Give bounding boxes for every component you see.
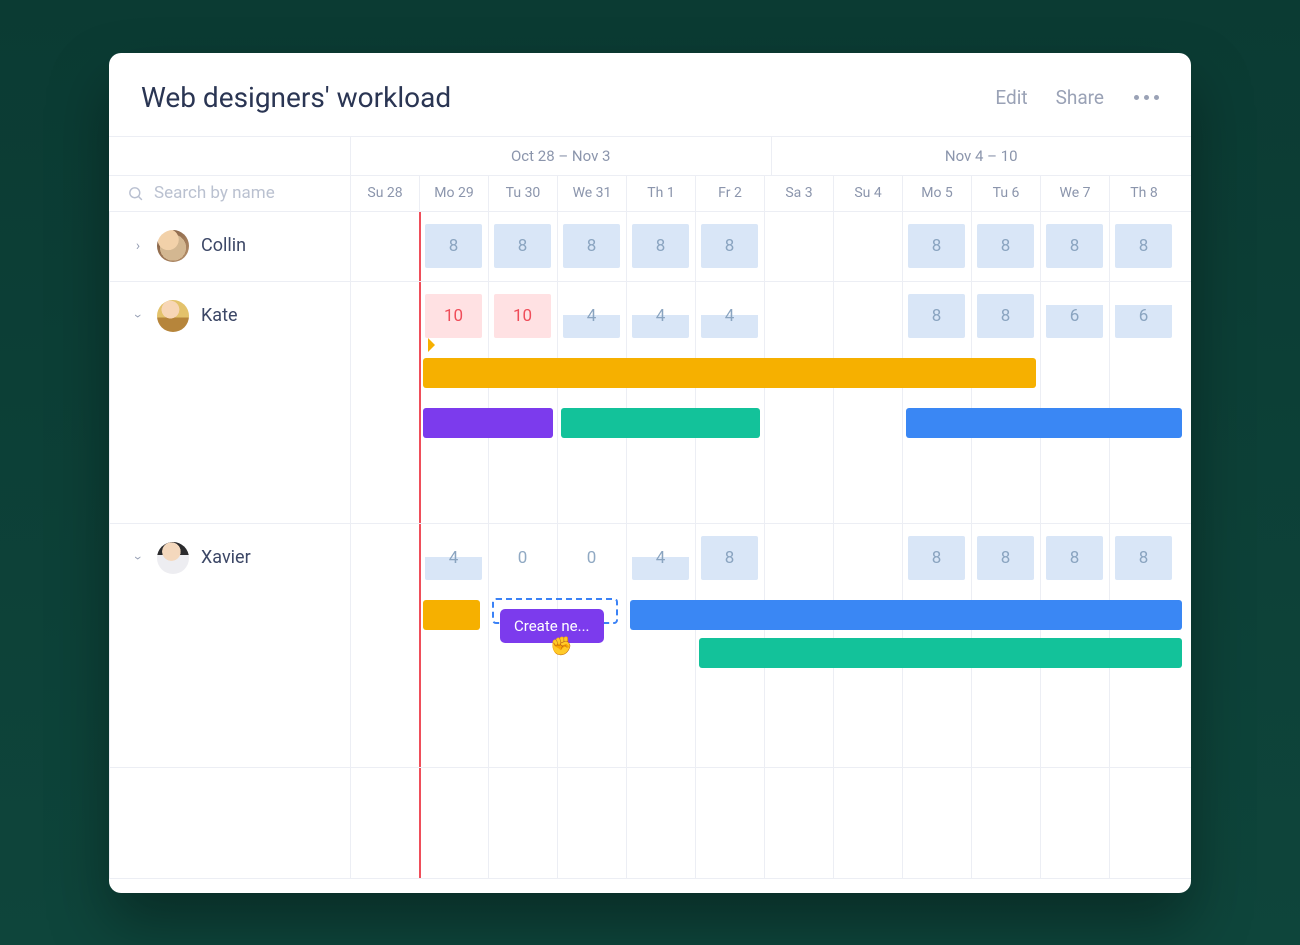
task-bar-yellow[interactable] <box>423 600 480 630</box>
hours-cell[interactable]: 8 <box>701 224 758 268</box>
collapse-toggle-icon[interactable]: › <box>130 309 146 323</box>
empty-row <box>109 768 1191 879</box>
lane-kate[interactable]: 10 10 4 4 4 8 8 6 6 <box>350 282 1191 523</box>
person-row-collin: › Collin 8 8 8 8 8 8 <box>109 212 1191 282</box>
task-bar-yellow[interactable] <box>423 358 1036 388</box>
today-line <box>419 768 421 878</box>
person-name[interactable]: Collin <box>201 235 246 256</box>
lane-collin[interactable]: 8 8 8 8 8 8 8 8 8 <box>350 212 1191 281</box>
hours-cell[interactable]: 8 <box>908 294 965 338</box>
day-col: Mo 29 <box>419 176 488 211</box>
avatar <box>157 300 189 332</box>
day-col: Th 8 <box>1109 176 1178 211</box>
hours-cell[interactable]: 4 <box>632 294 689 338</box>
avatar <box>157 542 189 574</box>
hours-cell[interactable]: 0 <box>563 536 620 580</box>
person-row-xavier: › Xavier 4 0 0 4 8 8 <box>109 524 1191 768</box>
hours-cell[interactable]: 8 <box>908 536 965 580</box>
task-bar-blue[interactable] <box>630 600 1182 630</box>
workload-body: › Collin 8 8 8 8 8 8 <box>109 212 1191 879</box>
day-col: Sa 3 <box>764 176 833 211</box>
day-col: Su 28 <box>350 176 419 211</box>
task-bar-teal[interactable] <box>561 408 760 438</box>
grab-cursor-icon: ✊ <box>550 636 572 657</box>
hours-cell[interactable]: 8 <box>977 294 1034 338</box>
hours-cell-overload[interactable]: 10 <box>494 294 551 338</box>
hours-cell[interactable]: 8 <box>1046 536 1103 580</box>
hours-cell[interactable]: 8 <box>632 224 689 268</box>
day-col: Tu 6 <box>971 176 1040 211</box>
hours-cell[interactable]: 8 <box>1115 536 1172 580</box>
search-icon <box>127 185 144 202</box>
hours-cell[interactable]: 8 <box>977 536 1034 580</box>
search-input[interactable]: Search by name <box>109 176 350 211</box>
day-header: Search by name Su 28 Mo 29 Tu 30 We 31 T… <box>109 176 1191 212</box>
day-col: We 31 <box>557 176 626 211</box>
lane-xavier[interactable]: 4 0 0 4 8 8 8 8 8 Create ne... <box>350 524 1191 767</box>
week-range-2: Nov 4 – 10 <box>771 137 1192 175</box>
person-name[interactable]: Xavier <box>201 547 251 568</box>
workload-window: Web designers' workload Edit Share Oct 2… <box>109 53 1191 893</box>
hours-cell[interactable]: 6 <box>1046 294 1103 338</box>
task-bar-blue[interactable] <box>906 408 1182 438</box>
hours-cell[interactable]: 8 <box>1046 224 1103 268</box>
hours-cell[interactable]: 8 <box>494 224 551 268</box>
person-row-kate: › Kate 10 10 4 4 4 8 <box>109 282 1191 524</box>
hours-cell[interactable]: 8 <box>1115 224 1172 268</box>
day-col: Mo 5 <box>902 176 971 211</box>
hours-cell[interactable]: 8 <box>563 224 620 268</box>
search-placeholder: Search by name <box>154 183 275 203</box>
expand-toggle-icon[interactable]: › <box>131 238 145 254</box>
hours-cell[interactable]: 4 <box>563 294 620 338</box>
hours-cell-overload[interactable]: 10 <box>425 294 482 338</box>
hours-cell[interactable]: 8 <box>908 224 965 268</box>
more-menu-button[interactable] <box>1134 95 1159 100</box>
share-button[interactable]: Share <box>1056 86 1104 109</box>
hours-cell[interactable]: 6 <box>1115 294 1172 338</box>
hours-cell[interactable]: 0 <box>494 536 551 580</box>
edit-button[interactable]: Edit <box>995 86 1027 109</box>
hours-cell[interactable]: 4 <box>701 294 758 338</box>
avatar <box>157 230 189 262</box>
hours-cell[interactable]: 4 <box>425 536 482 580</box>
hours-cell[interactable]: 4 <box>632 536 689 580</box>
header: Web designers' workload Edit Share <box>109 53 1191 136</box>
person-name[interactable]: Kate <box>201 305 238 326</box>
task-bar-teal[interactable] <box>699 638 1182 668</box>
week-range-1: Oct 28 – Nov 3 <box>350 137 771 175</box>
task-bar-purple[interactable] <box>423 408 553 438</box>
hours-cell[interactable]: 8 <box>977 224 1034 268</box>
week-header: Oct 28 – Nov 3 Nov 4 – 10 <box>109 136 1191 176</box>
day-col: We 7 <box>1040 176 1109 211</box>
day-col: Th 1 <box>626 176 695 211</box>
page-title: Web designers' workload <box>141 81 967 114</box>
day-col: Fr 2 <box>695 176 764 211</box>
hours-cell[interactable]: 8 <box>701 536 758 580</box>
day-col: Su 4 <box>833 176 902 211</box>
day-col: Tu 30 <box>488 176 557 211</box>
collapse-toggle-icon[interactable]: › <box>130 551 146 565</box>
flag-icon <box>428 338 435 352</box>
hours-cell[interactable]: 8 <box>425 224 482 268</box>
